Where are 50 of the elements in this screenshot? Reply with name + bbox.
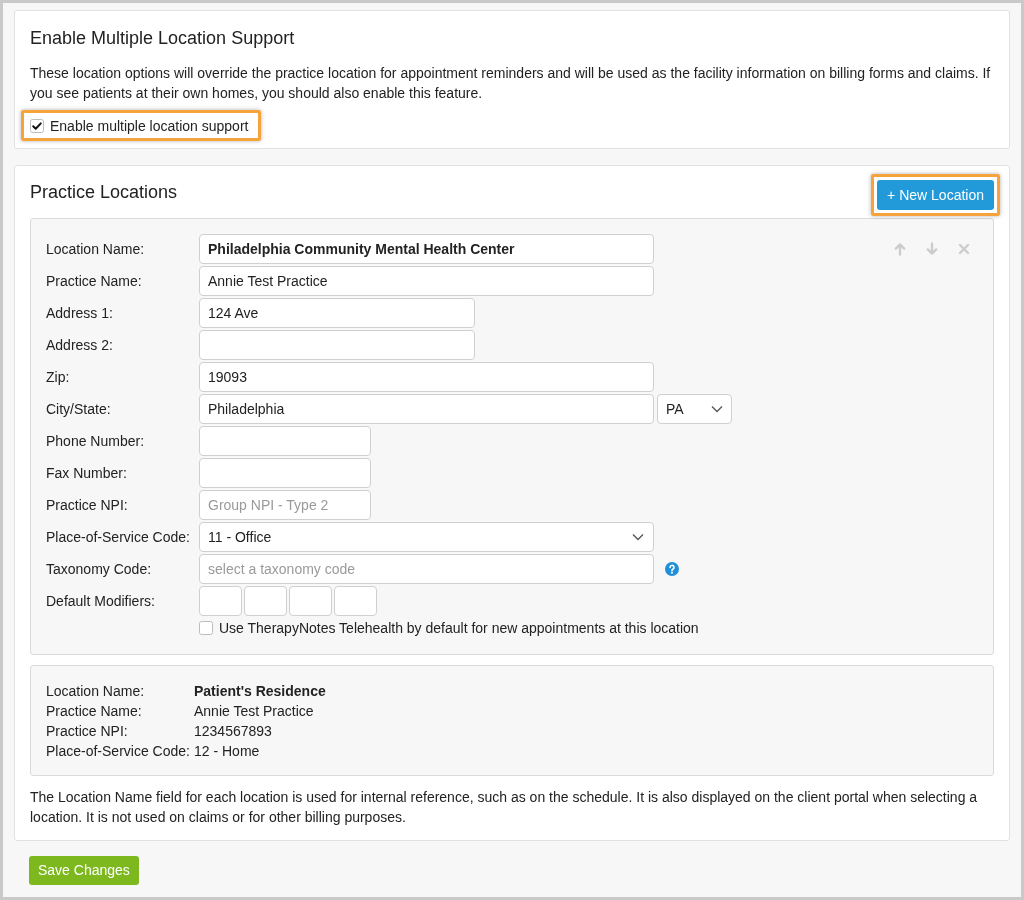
field-label: Practice NPI: [46, 495, 129, 515]
field-label: City/State: [46, 399, 112, 419]
state-dropdown[interactable]: PA [657, 394, 732, 424]
field-label: Zip: [46, 367, 71, 387]
input-field[interactable]: Annie Test Practice [199, 266, 654, 296]
field-label: Taxonomy Code: [46, 559, 153, 579]
field-value: Patient's Residence [194, 682, 326, 701]
close-icon[interactable] [958, 243, 970, 255]
checkbox-label[interactable]: Use TherapyNotes Telehealth by default for new appointments at this location [219, 619, 699, 637]
input-field[interactable]: 124 Ave [199, 298, 475, 328]
field-label: Location Name: [46, 239, 146, 259]
chevron-down-icon [711, 405, 723, 413]
field-label: Place-of-Service Code: [46, 527, 191, 547]
section-title: Enable Multiple Location Support [30, 27, 296, 50]
field-value: 1234567893 [194, 722, 272, 741]
field-label: Practice NPI: [46, 722, 129, 741]
field-label: Address 1: [46, 303, 114, 323]
description-text: These location options will override the practice location for appointment reminders and will be used as the facility information on billing forms and claims. If you see patients at their own homes, you should also enable this feature. [30, 64, 992, 103]
checkbox[interactable] [30, 118, 44, 133]
input-field[interactable]: 19093 [199, 362, 654, 392]
field-label: Address 2: [46, 335, 114, 355]
field-value: 12 - Home [194, 742, 260, 761]
field-label: Practice Name: [46, 702, 143, 721]
help-icon[interactable] [665, 562, 679, 576]
input-field[interactable] [199, 426, 371, 456]
dropdown-field[interactable]: 11 - Office [199, 522, 654, 552]
modifier-field[interactable] [289, 586, 332, 616]
checkbox-label[interactable]: Enable multiple location support [50, 115, 249, 136]
chevron-down-icon [632, 533, 644, 541]
input-field[interactable]: select a taxonomy code [199, 554, 654, 584]
modifier-field[interactable] [199, 586, 242, 616]
checkbox[interactable] [199, 621, 213, 635]
input-field[interactable]: Philadelphia Community Mental Health Center [199, 234, 654, 264]
field-label: Location Name: [46, 682, 146, 701]
field-label: Phone Number: [46, 431, 146, 451]
field-value: Annie Test Practice [194, 702, 314, 721]
input-field[interactable]: Group NPI - Type 2 [199, 490, 371, 520]
modifier-field[interactable] [244, 586, 287, 616]
note-text: The Location Name field for each location is used for internal reference, such as on the schedule. It is also displayed on the client portal when selecting a location. It is not used on claims or for other billing purposes. [30, 788, 979, 827]
field-label: Default Modifiers: [46, 591, 156, 611]
field-label: Practice Name: [46, 271, 143, 291]
input-field[interactable] [199, 330, 475, 360]
field-label: Fax Number: [46, 463, 128, 483]
input-field[interactable] [199, 458, 371, 488]
field-label: Place-of-Service Code: [46, 742, 191, 761]
modifier-field[interactable] [334, 586, 377, 616]
section-title: Practice Locations [30, 181, 178, 204]
arrow-up-icon[interactable] [893, 242, 907, 256]
input-field[interactable]: Philadelphia [199, 394, 654, 424]
arrow-down-icon[interactable] [925, 242, 939, 256]
